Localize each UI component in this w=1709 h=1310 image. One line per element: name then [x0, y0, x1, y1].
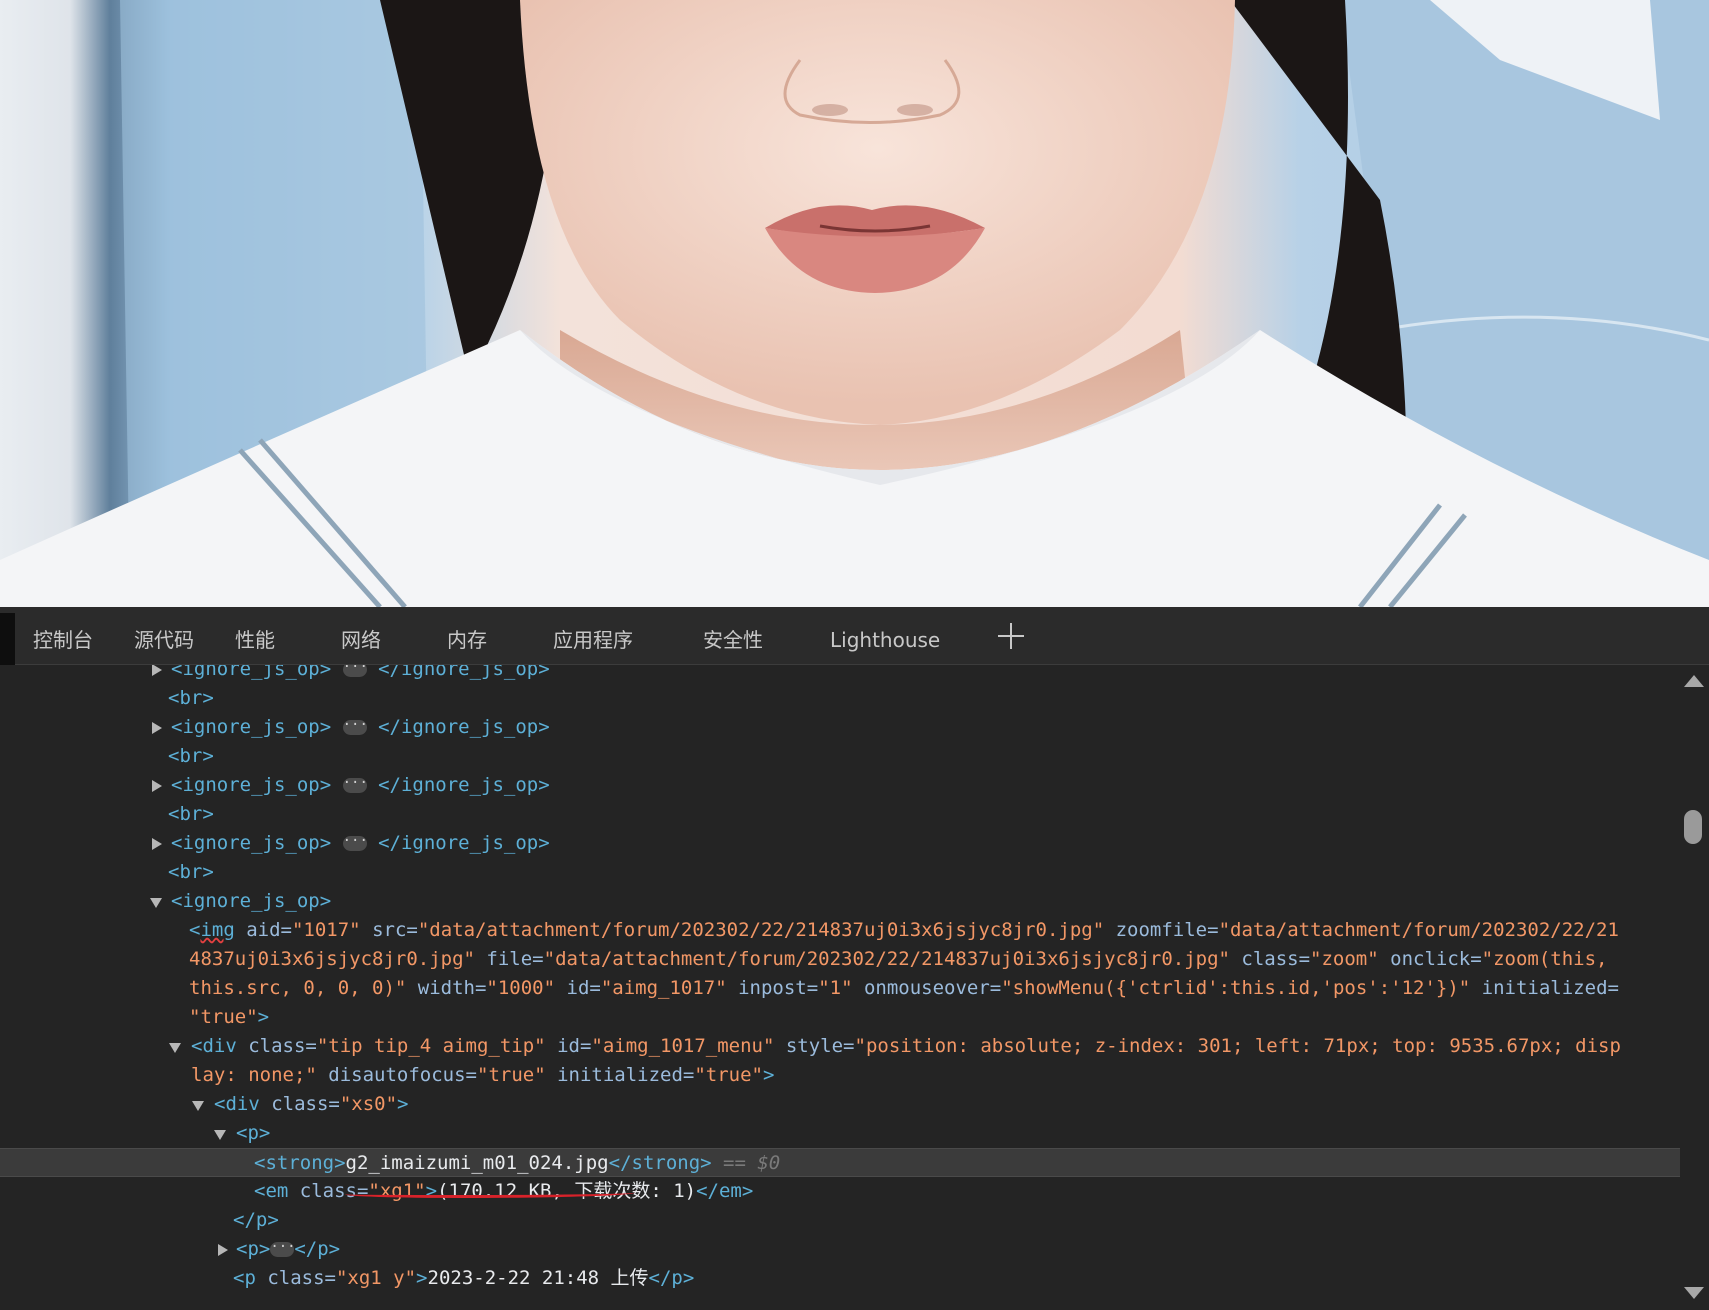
collapse-arrow-icon[interactable] [192, 1101, 204, 1111]
tree-node-p-upload-time[interactable]: <p class="xg1 y">2023-2-22 21:48 上传</p> [0, 1264, 1680, 1293]
tree-scrollbar[interactable] [1680, 665, 1709, 1310]
tree-node-br[interactable]: <br> [0, 800, 1680, 829]
expand-arrow-icon[interactable] [152, 722, 162, 734]
tab-sources[interactable]: 源代码 [134, 627, 194, 653]
expand-arrow-icon[interactable] [152, 665, 162, 676]
tree-node-div-tip[interactable]: <div class="tip tip_4 aimg_tip" id="aimg… [0, 1032, 1680, 1061]
tree-node-img-wrap[interactable]: 4837uj0i3x6jsjyc8jr0.jpg" file="data/att… [0, 945, 1680, 974]
tree-node-img-wrap[interactable]: "true"> [0, 1003, 1680, 1032]
scroll-up-arrow-icon[interactable] [1684, 675, 1704, 687]
tree-node-img-wrap[interactable]: this.src, 0, 0, 0)" width="1000" id="aim… [0, 974, 1680, 1003]
tree-node-strong-selected[interactable]: <strong>g2_imaizumi_m01_024.jpg</strong>… [0, 1148, 1680, 1177]
ellipsis-badge[interactable]: ··· [342, 718, 368, 735]
selected-node-marker: == $0 [711, 1152, 781, 1174]
tree-node-ignore-js-op-expanded[interactable]: <ignore_js_op> [0, 887, 1680, 916]
expand-arrow-icon[interactable] [152, 838, 162, 850]
tree-node-div-tip-wrap[interactable]: lay: none;" disautofocus="true" initiali… [0, 1061, 1680, 1090]
tree-node-div-xs0[interactable]: <div class="xs0"> [0, 1090, 1680, 1119]
tab-application[interactable]: 应用程序 [553, 627, 633, 653]
collapse-arrow-icon[interactable] [214, 1130, 226, 1140]
tree-node-br[interactable]: <br> [0, 684, 1680, 713]
scrollbar-thumb[interactable] [1684, 810, 1702, 844]
expand-arrow-icon[interactable] [152, 780, 162, 792]
collapse-arrow-icon[interactable] [169, 1043, 181, 1053]
tab-lighthouse[interactable]: Lighthouse [830, 627, 940, 653]
tree-node-ignore-js-op[interactable]: <ignore_js_op> ··· </ignore_js_op> [0, 829, 1680, 858]
expand-arrow-icon[interactable] [218, 1244, 228, 1256]
tree-node-br[interactable]: <br> [0, 742, 1680, 771]
devtools-tab-bar: 控制台 源代码 性能 网络 内存 应用程序 安全性 Lighthouse [0, 607, 1709, 669]
tree-node-ignore-js-op[interactable]: <ignore_js_op> ··· </ignore_js_op> [0, 771, 1680, 800]
filename-text: g2_imaizumi_m01_024.jpg [345, 1152, 609, 1174]
ellipsis-badge[interactable]: ··· [270, 1240, 296, 1257]
ellipsis-badge[interactable]: ··· [342, 776, 368, 793]
tree-node-ignore-js-op[interactable]: <ignore_js_op> ··· </ignore_js_op> [0, 713, 1680, 742]
tree-node-p[interactable]: <p> [0, 1119, 1680, 1148]
tab-console[interactable]: 控制台 [33, 627, 93, 653]
scroll-down-arrow-icon[interactable] [1684, 1287, 1704, 1299]
webpage-photo [0, 0, 1709, 607]
tab-security[interactable]: 安全性 [703, 627, 763, 653]
ellipsis-badge[interactable]: ··· [342, 834, 368, 851]
ellipsis-badge[interactable]: ··· [342, 665, 368, 677]
active-tab-indicator[interactable] [0, 613, 15, 669]
tab-performance[interactable]: 性能 [235, 627, 275, 653]
elements-tree: <ignore_js_op> ··· </ignore_js_op> <br> … [0, 665, 1680, 1310]
add-tab-icon[interactable] [996, 621, 1026, 651]
collapse-arrow-icon[interactable] [150, 898, 162, 908]
tree-node-br[interactable]: <br> [0, 858, 1680, 887]
tab-memory[interactable]: 内存 [447, 627, 487, 653]
tree-node-img[interactable]: <img aid="1017" src="data/attachment/for… [0, 916, 1680, 945]
portrait-illustration [0, 0, 1709, 607]
tree-node-p-collapsed[interactable]: <p>···</p> [0, 1235, 1680, 1264]
tab-network[interactable]: 网络 [341, 627, 381, 653]
tree-node-p-close[interactable]: </p> [0, 1206, 1680, 1235]
tree-node-ignore-js-op[interactable]: <ignore_js_op> ··· </ignore_js_op> [0, 665, 1680, 684]
tree-node-em[interactable]: <em class="xg1">(170.12 KB, 下载次数: 1)</em… [0, 1177, 1680, 1206]
